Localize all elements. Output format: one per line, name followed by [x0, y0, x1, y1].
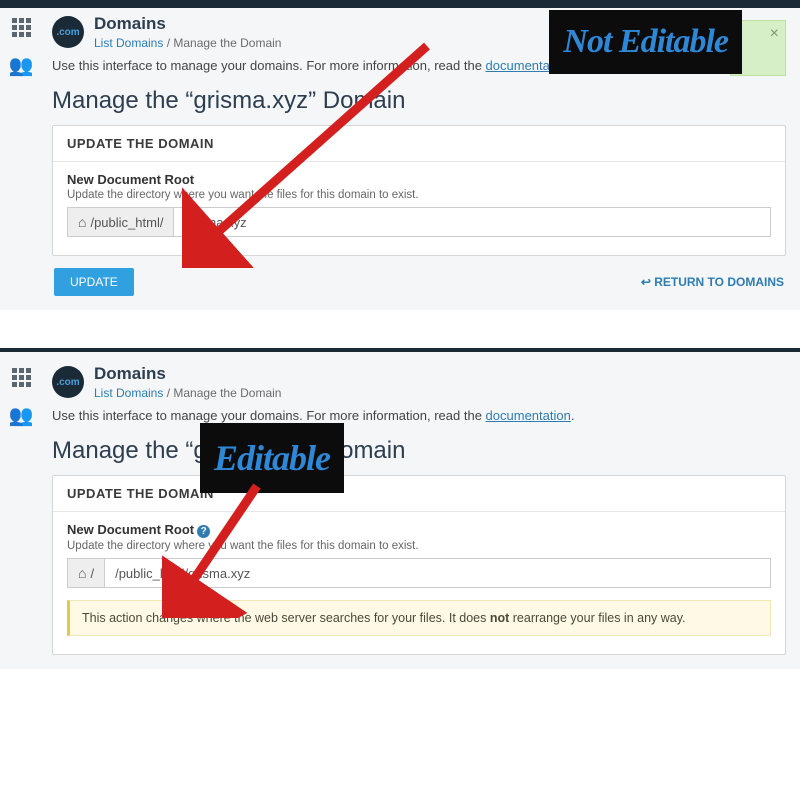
field-help-docroot: Update the directory where you want the …	[67, 189, 771, 201]
breadcrumb-link-list[interactable]: List Domains	[94, 36, 163, 50]
warning-post: rearrange your files in any way.	[509, 611, 685, 625]
content-top: × .com Domains List Domains / Manage the…	[42, 8, 800, 310]
addon-text: /	[90, 566, 94, 581]
sidebar	[0, 8, 42, 310]
return-link[interactable]: ↩ RETURN TO DOMAINS	[641, 275, 784, 289]
content-bottom: .com Domains List Domains / Manage the D…	[42, 358, 800, 669]
overlay-not-editable: Not Editable	[549, 10, 742, 74]
warning-bold: not	[490, 611, 509, 625]
page-title: Domains	[94, 364, 281, 384]
docroot-input[interactable]	[173, 207, 771, 237]
overlay-editable: Editable	[200, 423, 344, 493]
breadcrumb: List Domains / Manage the Domain	[94, 36, 281, 50]
apps-grid-icon[interactable]	[12, 18, 31, 37]
intro-text: Use this interface to manage your domain…	[52, 408, 786, 423]
breadcrumb-sep: /	[167, 36, 170, 50]
field-label-docroot: New Document Root	[67, 172, 771, 187]
docroot-input-row: /public_html/	[67, 207, 771, 237]
sidebar	[0, 358, 42, 669]
warning-pre: This action changes where the web server…	[82, 611, 490, 625]
update-domain-well: UPDATE THE DOMAIN New Document Root? Upd…	[52, 475, 786, 655]
apps-grid-icon[interactable]	[12, 368, 31, 387]
domain-icon: .com	[52, 366, 84, 398]
users-icon[interactable]	[9, 403, 34, 428]
page-header: .com Domains List Domains / Manage the D…	[52, 364, 786, 400]
domain-icon: .com	[52, 16, 84, 48]
field-help-docroot: Update the directory where you want the …	[67, 540, 771, 552]
addon-text: /public_html/	[90, 215, 163, 230]
field-label-docroot: New Document Root?	[67, 522, 771, 538]
breadcrumb-current: Manage the Domain	[173, 36, 281, 50]
update-domain-well: UPDATE THE DOMAIN New Document Root Upda…	[52, 125, 786, 256]
help-icon[interactable]: ?	[197, 525, 210, 538]
manage-heading: Manage the “grisma.xyz” Domain	[52, 87, 786, 115]
users-icon[interactable]	[9, 53, 34, 78]
docroot-addon-editable: /	[67, 558, 104, 588]
breadcrumb-current: Manage the Domain	[173, 386, 281, 400]
window-topbar	[0, 0, 800, 8]
panel-top: × .com Domains List Domains / Manage the…	[0, 8, 800, 310]
home-icon	[78, 214, 86, 230]
action-footer: UPDATE ↩ RETURN TO DOMAINS	[52, 268, 786, 296]
page-title: Domains	[94, 14, 281, 34]
update-button[interactable]: UPDATE	[54, 268, 134, 296]
intro-suffix: .	[571, 408, 575, 423]
warning-alert: This action changes where the web server…	[67, 600, 771, 636]
intro-prefix: Use this interface to manage your domain…	[52, 58, 486, 73]
panel-bottom: .com Domains List Domains / Manage the D…	[0, 352, 800, 669]
well-heading: UPDATE THE DOMAIN	[53, 126, 785, 162]
breadcrumb: List Domains / Manage the Domain	[94, 386, 281, 400]
manage-heading: Manage the “grisma.xyz” Domain	[52, 437, 786, 465]
well-heading: UPDATE THE DOMAIN	[53, 476, 785, 512]
home-icon	[78, 565, 86, 581]
docroot-input-row: /	[67, 558, 771, 588]
close-icon[interactable]: ×	[770, 25, 779, 43]
breadcrumb-sep: /	[167, 386, 170, 400]
intro-prefix: Use this interface to manage your domain…	[52, 408, 486, 423]
docroot-input[interactable]	[104, 558, 771, 588]
documentation-link[interactable]: documentation	[486, 408, 571, 423]
docroot-addon-locked: /public_html/	[67, 207, 173, 237]
breadcrumb-link-list[interactable]: List Domains	[94, 386, 163, 400]
